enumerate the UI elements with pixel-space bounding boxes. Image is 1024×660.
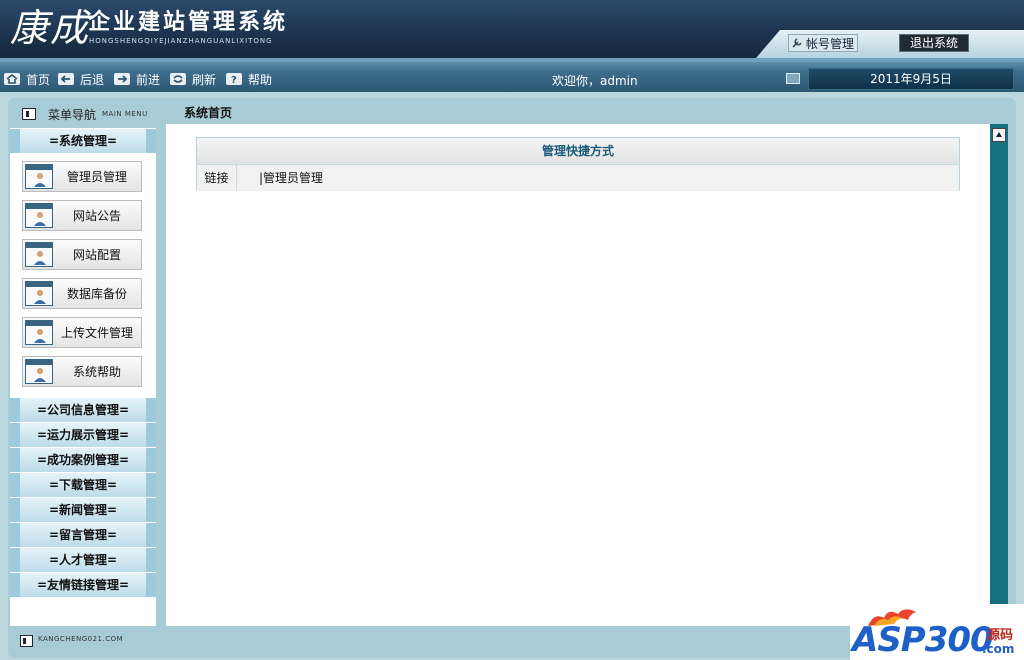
breadcrumb: 系统首页 (184, 106, 233, 120)
sidebar-item-label: 系统帮助 (72, 365, 121, 379)
sidebar-group-downloads[interactable]: =下载管理= (10, 473, 156, 497)
user-icon (25, 320, 53, 345)
sidebar-collapsed-groups: =公司信息管理= =运力展示管理= =成功案例管理= =下载管理= =新闻管理=… (10, 398, 156, 597)
sidebar-item-notice[interactable]: 网站公告 (22, 200, 142, 231)
wrench-icon (791, 37, 803, 49)
sidebar-item-backup[interactable]: 数据库备份 (22, 278, 142, 309)
sidebar-title-en: MAIN MENU (102, 110, 148, 118)
help-icon: ? (226, 73, 242, 85)
shortcut-row: 链接 |管理员管理 (197, 165, 959, 191)
shortcut-row-label: 链接 (197, 165, 237, 191)
user-icon (25, 164, 53, 189)
toolbar-back-label: 后退 (80, 72, 105, 87)
sidebar-item-label: 管理员管理 (66, 170, 127, 184)
menu-icon (22, 108, 36, 120)
current-date: 2011年9月5日 (808, 68, 1014, 90)
sidebar-group-links[interactable]: =友情链接管理= (10, 573, 156, 597)
sidebar-group-system[interactable]: =系统管理= (10, 129, 156, 153)
sidebar-title: 菜单导航 (48, 107, 97, 122)
monitor-icon (786, 73, 800, 84)
refresh-icon (170, 73, 186, 85)
sidebar-header: 菜单导航 MAIN MENU (10, 102, 156, 126)
sidebar-group-talent[interactable]: =人才管理= (10, 548, 156, 572)
app-subtitle: HONGSHENGQIYEJIANZHANGUANLIXITONG (89, 37, 273, 45)
toolbar-refresh-label: 刷新 (192, 72, 217, 87)
toolbar-home[interactable]: 首页 (4, 71, 50, 87)
toolbar-home-label: 首页 (26, 72, 51, 87)
logout-button[interactable]: 退出系统 (899, 34, 969, 52)
sidebar: =系统管理= 管理员管理 网站公告 网站配置 数据库备份 上传文件管理 系统帮助… (10, 128, 156, 626)
welcome-text: 欢迎你，admin (552, 74, 638, 88)
shortcut-panel-title: 管理快捷方式 (197, 138, 959, 165)
sidebar-item-label: 网站公告 (72, 209, 121, 223)
sidebar-item-config[interactable]: 网站配置 (22, 239, 142, 270)
sidebar-sub-list: 管理员管理 网站公告 网站配置 数据库备份 上传文件管理 系统帮助 (10, 154, 156, 397)
sidebar-group-news[interactable]: =新闻管理= (10, 498, 156, 522)
user-icon (25, 203, 53, 228)
toolbar-back[interactable]: 后退 (58, 71, 104, 87)
sidebar-item-label: 网站配置 (72, 248, 121, 262)
user-icon (25, 242, 53, 267)
footer-text: KANGCHENG021.COM (38, 635, 124, 643)
toolbar-refresh[interactable]: 刷新 (170, 71, 216, 87)
scroll-up-icon[interactable] (992, 128, 1006, 142)
account-button[interactable]: 帐号管理 (788, 34, 858, 52)
sidebar-item-uploads[interactable]: 上传文件管理 (22, 317, 142, 348)
toolbar-help-label: 帮助 (248, 72, 273, 87)
shortcut-row-value: |管理员管理 (237, 165, 323, 191)
shortcut-link-admin[interactable]: |管理员管理 (259, 171, 323, 185)
toolbar-forward[interactable]: 前进 (114, 71, 160, 87)
sidebar-item-admin[interactable]: 管理员管理 (22, 161, 142, 192)
user-icon (25, 281, 53, 306)
user-icon (25, 359, 53, 384)
app-header: 康成 企业建站管理系统 HONGSHENGQIYEJIANZHANGUANLIX… (0, 0, 1024, 58)
sidebar-group-capacity[interactable]: =运力展示管理= (10, 423, 156, 447)
footer: KANGCHENG021.COM (10, 630, 850, 654)
content-area (166, 124, 990, 626)
watermark-domain: .com (982, 642, 1015, 656)
sidebar-group-messages[interactable]: =留言管理= (10, 523, 156, 547)
app-title: 企业建站管理系统 (88, 10, 289, 35)
svg-text:?: ? (231, 75, 237, 85)
home-icon (4, 73, 20, 85)
sidebar-group-company[interactable]: =公司信息管理= (10, 398, 156, 422)
logo-mark: 康成 (10, 6, 91, 50)
menu-icon (20, 635, 33, 647)
forward-arrow-icon (114, 73, 130, 85)
toolbar-help[interactable]: ? 帮助 (226, 71, 272, 87)
back-arrow-icon (58, 73, 74, 85)
watermark-suffix: 源码 (987, 628, 1014, 643)
watermark-logo: ASP300 源码 .com (850, 604, 1024, 660)
watermark-brand: ASP300 (852, 620, 994, 660)
sidebar-item-label: 数据库备份 (66, 287, 127, 301)
shortcut-panel: 管理快捷方式 链接 |管理员管理 (196, 137, 960, 191)
account-button-label: 帐号管理 (806, 36, 855, 51)
toolbar-forward-label: 前进 (136, 72, 161, 87)
sidebar-item-label: 上传文件管理 (60, 326, 133, 340)
toolbar: 首页 后退 前进 刷新 ? 帮助 欢迎你，admin 2011年9月5日 (0, 58, 1024, 92)
sidebar-group-cases[interactable]: =成功案例管理= (10, 448, 156, 472)
vertical-scrollbar[interactable] (990, 124, 1008, 626)
sidebar-item-help[interactable]: 系统帮助 (22, 356, 142, 387)
